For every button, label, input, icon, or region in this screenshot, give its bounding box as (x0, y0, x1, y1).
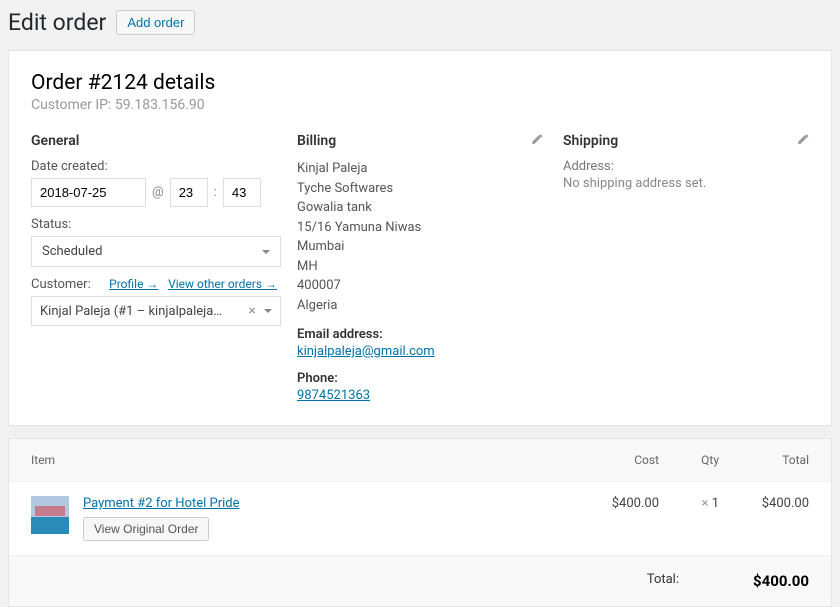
item-cost: $400.00 (579, 496, 659, 511)
customer-value: Kinjal Paleja (#1 – kinjalpaleja@gmail.c… (40, 304, 230, 319)
status-label: Status: (31, 217, 277, 232)
status-select[interactable]: Scheduled (31, 236, 281, 267)
edit-billing-icon[interactable] (529, 133, 543, 151)
status-value: Scheduled (42, 244, 102, 259)
colon-separator: : (214, 185, 217, 200)
billing-column: Billing Kinjal Paleja Tyche Softwares Go… (297, 133, 543, 403)
phone-label: Phone: (297, 371, 543, 386)
billing-email-link[interactable]: kinjalpaleja@gmail.com (297, 344, 435, 359)
billing-line: Kinjal Paleja (297, 159, 543, 179)
chevron-down-icon (264, 309, 272, 313)
chevron-down-icon (262, 250, 270, 254)
item-thumbnail[interactable] (31, 496, 69, 534)
billing-phone-link[interactable]: 9874521363 (297, 388, 370, 403)
order-items-panel: Item Cost Qty Total Payment #2 for Hotel… (8, 438, 832, 607)
col-header-total: Total (719, 453, 809, 467)
clear-customer-icon[interactable]: × (249, 303, 256, 319)
shipping-heading: Shipping (563, 133, 809, 149)
customer-select[interactable]: Kinjal Paleja (#1 – kinjalpaleja@gmail.c… (31, 296, 281, 326)
order-subtitle: Customer IP: 59.183.156.90 (31, 97, 809, 113)
col-header-item: Item (31, 453, 579, 467)
shipping-address-label: Address: (563, 159, 809, 174)
billing-line: MH (297, 257, 543, 277)
hour-input[interactable] (170, 178, 208, 207)
add-order-button[interactable]: Add order (116, 10, 195, 35)
view-other-orders-link[interactable]: View other orders → (168, 277, 277, 291)
general-heading: General (31, 133, 277, 149)
general-column: General Date created: @ : Status: Schedu… (31, 133, 277, 403)
shipping-address-value: No shipping address set. (563, 176, 809, 191)
billing-line: 400007 (297, 276, 543, 296)
date-created-label: Date created: (31, 159, 277, 174)
date-input[interactable] (31, 178, 146, 207)
billing-line: Tyche Softwares (297, 179, 543, 199)
col-header-qty: Qty (659, 453, 719, 467)
billing-line: Gowalia tank (297, 198, 543, 218)
minute-input[interactable] (223, 178, 261, 207)
profile-link[interactable]: Profile → (109, 277, 158, 291)
billing-line: 15/16 Yamuna Niwas (297, 218, 543, 238)
col-header-cost: Cost (579, 453, 659, 467)
edit-shipping-icon[interactable] (795, 133, 809, 151)
billing-line: Mumbai (297, 237, 543, 257)
email-label: Email address: (297, 327, 543, 342)
page-title: Edit order (8, 9, 106, 36)
order-title: Order #2124 details (31, 71, 809, 95)
order-details-panel: Order #2124 details Customer IP: 59.183.… (8, 50, 832, 426)
item-name-link[interactable]: Payment #2 for Hotel Pride (83, 496, 240, 511)
billing-line: Algeria (297, 296, 543, 316)
view-original-order-button[interactable]: View Original Order (83, 517, 209, 541)
totals-label: Total: (31, 572, 719, 590)
shipping-column: Shipping Address: No shipping address se… (563, 133, 809, 403)
at-separator: @ (152, 185, 164, 200)
totals-value: $400.00 (719, 572, 809, 590)
item-row: Payment #2 for Hotel Pride View Original… (9, 482, 831, 556)
item-qty: × 1 (659, 496, 719, 511)
item-total: $400.00 (719, 496, 809, 511)
customer-label: Customer: (31, 277, 91, 292)
billing-heading: Billing (297, 133, 543, 149)
